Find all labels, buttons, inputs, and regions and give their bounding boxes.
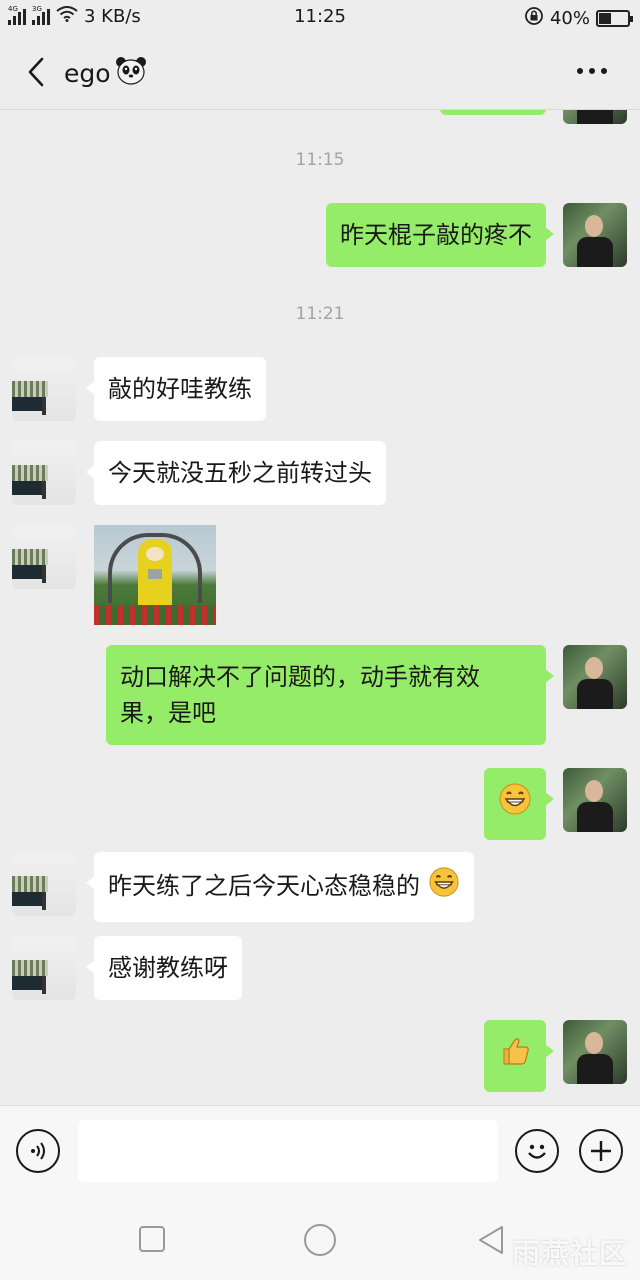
triangle-back-icon	[479, 1226, 503, 1254]
recent-apps-button[interactable]	[136, 1223, 168, 1255]
message-bubble-them[interactable]: 感谢教练呀	[86, 936, 242, 1000]
message-input[interactable]	[78, 1120, 498, 1182]
timestamp: 11:15	[295, 150, 345, 170]
contact-avatar[interactable]	[12, 441, 76, 505]
watermark: 雨燕社区	[511, 1237, 628, 1270]
message-bubble-me[interactable]: 动口解决不了问题的，动手就有效 果，是吧	[106, 645, 554, 745]
contact-avatar[interactable]	[12, 936, 76, 1000]
chat-header: ego	[0, 34, 640, 110]
battery-percent: 40%	[549, 8, 590, 29]
input-bar	[0, 1105, 640, 1197]
circle-icon	[304, 1224, 336, 1256]
contact-avatar[interactable]	[12, 852, 76, 916]
voice-icon	[31, 1142, 45, 1160]
my-avatar[interactable]	[563, 645, 627, 709]
message-bubble-them[interactable]: 昨天练了之后今天心态稳稳的	[86, 852, 474, 922]
system-nav-bar: 雨燕社区	[0, 1197, 640, 1280]
more-dots-icon	[577, 68, 607, 74]
square-icon	[139, 1226, 165, 1252]
back-button[interactable]	[18, 52, 54, 92]
previous-message-bubble	[440, 110, 546, 115]
my-avatar[interactable]	[563, 768, 627, 832]
message-text: 昨天练了之后今天心态稳稳的	[108, 872, 420, 900]
message-bubble-me[interactable]: 昨天棍子敲的疼不	[326, 203, 554, 267]
message-bubble-them[interactable]: 敲的好哇教练	[86, 357, 266, 421]
more-button[interactable]	[572, 56, 612, 86]
plus-icon	[591, 1141, 611, 1161]
grinning-emoji	[428, 866, 460, 908]
thumbs-up-emoji	[498, 1034, 532, 1078]
message-bubble-me[interactable]	[484, 768, 554, 840]
contact-name: ego	[64, 58, 111, 88]
grinning-emoji	[498, 782, 532, 826]
battery-icon	[596, 10, 633, 27]
chevron-left-icon	[28, 57, 44, 87]
status-bar: 4G 3G 3 KB/s 11:25 40%	[0, 0, 640, 34]
message-line: 动口解决不了问题的，动手就有效	[120, 663, 480, 691]
timestamp: 11:21	[295, 304, 345, 324]
my-avatar[interactable]	[563, 1020, 627, 1084]
home-button[interactable]	[303, 1223, 336, 1256]
battery-fill	[599, 13, 611, 24]
rotation-lock-icon	[524, 6, 544, 31]
back-nav-button[interactable]	[474, 1223, 506, 1255]
contact-avatar[interactable]	[12, 357, 76, 421]
plus-button[interactable]	[579, 1129, 623, 1173]
contact-title: ego	[64, 55, 147, 91]
emoji-button[interactable]	[515, 1129, 559, 1173]
message-bubble-me[interactable]	[484, 1020, 554, 1092]
status-right: 40%	[524, 6, 633, 31]
message-bubble-them[interactable]: 今天就没五秒之前转过头	[86, 441, 386, 505]
panda-icon	[115, 55, 147, 91]
my-avatar[interactable]	[563, 203, 627, 267]
voice-button[interactable]	[16, 1129, 60, 1173]
contact-avatar[interactable]	[12, 525, 76, 589]
teletubby-image[interactable]	[94, 525, 216, 625]
my-avatar[interactable]	[563, 110, 627, 124]
chat-area[interactable]: 11:15 昨天棍子敲的疼不 11:21 敲的好哇教练 今天就没五秒之前转过头 …	[0, 110, 640, 1105]
message-line: 果，是吧	[120, 699, 216, 727]
smiley-icon	[528, 1144, 546, 1159]
